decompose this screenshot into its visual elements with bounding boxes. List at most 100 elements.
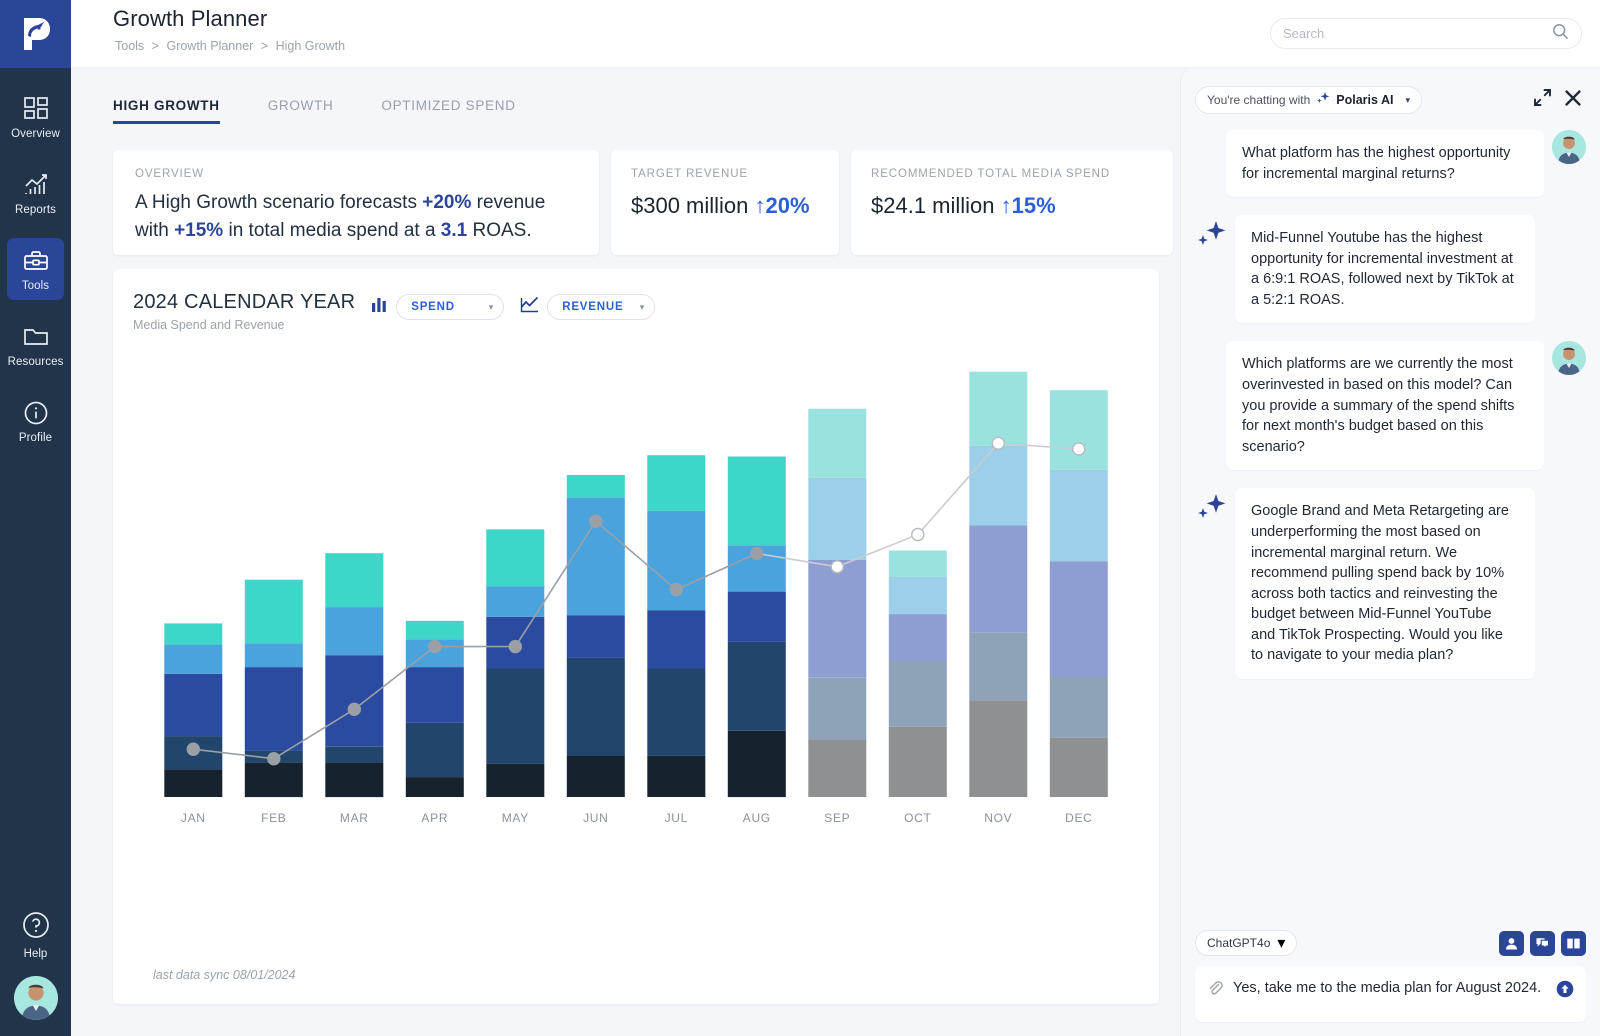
bar-segment[interactable] (889, 661, 947, 727)
revenue-point-actual[interactable] (348, 703, 360, 715)
bar-segment[interactable] (486, 586, 544, 617)
bar-segment[interactable] (969, 633, 1027, 701)
bar-segment[interactable] (325, 655, 383, 746)
bar-segment[interactable] (406, 777, 464, 797)
bar-segment[interactable] (486, 764, 544, 797)
bar-segment[interactable] (325, 553, 383, 607)
bar-segment[interactable] (728, 731, 786, 797)
revenue-point-actual[interactable] (429, 641, 441, 653)
revenue-point-actual[interactable] (590, 515, 602, 527)
bar-segment[interactable] (486, 669, 544, 764)
bar-segment[interactable] (325, 763, 383, 798)
chat-bubbles-icon[interactable] (1530, 931, 1555, 956)
breadcrumb-item-tools[interactable]: Tools (115, 39, 144, 53)
person-icon[interactable] (1499, 931, 1524, 956)
bar-segment[interactable] (647, 455, 705, 511)
bar-segment[interactable] (647, 756, 705, 797)
sidebar-item-overview[interactable]: Overview (7, 86, 64, 148)
bar-segment[interactable] (647, 669, 705, 756)
sidebar-item-tools[interactable]: Tools (7, 238, 64, 300)
breadcrumb-item-growth-planner[interactable]: Growth Planner (166, 39, 253, 53)
expand-icon[interactable] (1533, 88, 1552, 112)
bar-segment[interactable] (1050, 737, 1108, 797)
bar-segment[interactable] (325, 747, 383, 763)
search-bar[interactable] (1270, 18, 1582, 49)
bar-segment[interactable] (245, 580, 303, 644)
bar-segment[interactable] (808, 560, 866, 678)
bar-segment[interactable] (567, 756, 625, 797)
bar-segment[interactable] (486, 529, 544, 586)
model-selector[interactable]: ChatGPT4o ▾ (1195, 930, 1297, 956)
book-icon[interactable] (1561, 931, 1586, 956)
chevron-down-icon: ▾ (1405, 95, 1410, 106)
bar-segment[interactable] (808, 478, 866, 560)
search-icon[interactable] (1552, 23, 1569, 45)
revenue-point-forecast[interactable] (1073, 443, 1085, 455)
sidebar-item-profile[interactable]: Profile (7, 390, 64, 452)
spend-revenue-chart[interactable]: JANFEBMARAPRMAYJUNJULAUGSEPOCTNOVDEC (113, 347, 1159, 947)
avatar (1552, 341, 1586, 375)
revenue-point-actual[interactable] (509, 641, 521, 653)
bar-segment[interactable] (1050, 561, 1108, 676)
bar-segment[interactable] (406, 723, 464, 777)
bar-segment[interactable] (969, 446, 1027, 526)
bar-segment[interactable] (245, 643, 303, 667)
bar-segment[interactable] (969, 372, 1027, 446)
bar-segment[interactable] (969, 525, 1027, 632)
paperclip-icon[interactable] (1207, 978, 1223, 1001)
bar-segment[interactable] (406, 621, 464, 640)
breadcrumb-item-high-growth[interactable]: High Growth (276, 39, 345, 53)
search-input[interactable] (1283, 26, 1552, 41)
bar-segment[interactable] (728, 642, 786, 731)
sidebar-item-help[interactable]: Help (21, 910, 51, 960)
bar-segment[interactable] (728, 592, 786, 642)
bar-segment[interactable] (567, 475, 625, 498)
bar-segment[interactable] (245, 763, 303, 798)
avatar[interactable] (14, 976, 58, 1020)
bar-segment[interactable] (567, 658, 625, 756)
sidebar-item-resources[interactable]: Resources (7, 314, 64, 376)
close-icon[interactable] (1564, 89, 1582, 112)
bar-segment[interactable] (728, 457, 786, 546)
bar-segment[interactable] (406, 667, 464, 723)
bar-segment[interactable] (164, 623, 222, 644)
revenue-point-actual[interactable] (670, 584, 682, 596)
bar-segment[interactable] (567, 616, 625, 658)
revenue-point-forecast[interactable] (831, 561, 843, 573)
bar-segment[interactable] (245, 667, 303, 751)
bar-segment[interactable] (1050, 390, 1108, 470)
sidebar-item-reports[interactable]: Reports (7, 162, 64, 224)
bar-segment[interactable] (1050, 470, 1108, 561)
revenue-point-actual[interactable] (268, 753, 280, 765)
spend-metric-selector[interactable]: SPEND ▾ (396, 294, 504, 320)
revenue-point-actual[interactable] (751, 548, 763, 560)
chat-input[interactable]: Yes, take me to the media plan for Augus… (1233, 978, 1546, 999)
bar-segment[interactable] (808, 678, 866, 740)
bar-segment[interactable] (647, 610, 705, 668)
bar-segment[interactable] (1050, 676, 1108, 737)
bar-segment[interactable] (889, 551, 947, 578)
send-up-icon[interactable] (1556, 978, 1574, 1003)
app-logo[interactable] (0, 0, 71, 68)
bar-segment[interactable] (808, 409, 866, 478)
bar-segment[interactable] (889, 727, 947, 797)
tab-optimized-spend[interactable]: OPTIMIZED SPEND (381, 98, 515, 124)
chat-composer[interactable]: Yes, take me to the media plan for Augus… (1195, 966, 1586, 1022)
revenue-point-forecast[interactable] (912, 529, 924, 541)
bar-segment[interactable] (889, 614, 947, 660)
revenue-metric-selector[interactable]: REVENUE ▾ (547, 294, 655, 320)
bar-segment[interactable] (164, 645, 222, 674)
sidebar-item-label: Resources (8, 356, 64, 368)
bar-segment[interactable] (164, 674, 222, 736)
tab-high-growth[interactable]: HIGH GROWTH (113, 98, 220, 124)
bar-segment[interactable] (889, 577, 947, 614)
tab-growth[interactable]: GROWTH (268, 98, 334, 124)
assistant-selector[interactable]: You're chatting with Polaris AI ▾ (1195, 86, 1422, 114)
bar-segment[interactable] (808, 740, 866, 797)
bar-segment[interactable] (325, 608, 383, 656)
revenue-point-forecast[interactable] (992, 437, 1004, 449)
page-title: Growth Planner (113, 6, 347, 32)
revenue-point-actual[interactable] (187, 743, 199, 755)
bar-segment[interactable] (969, 700, 1027, 797)
bar-segment[interactable] (164, 769, 222, 797)
